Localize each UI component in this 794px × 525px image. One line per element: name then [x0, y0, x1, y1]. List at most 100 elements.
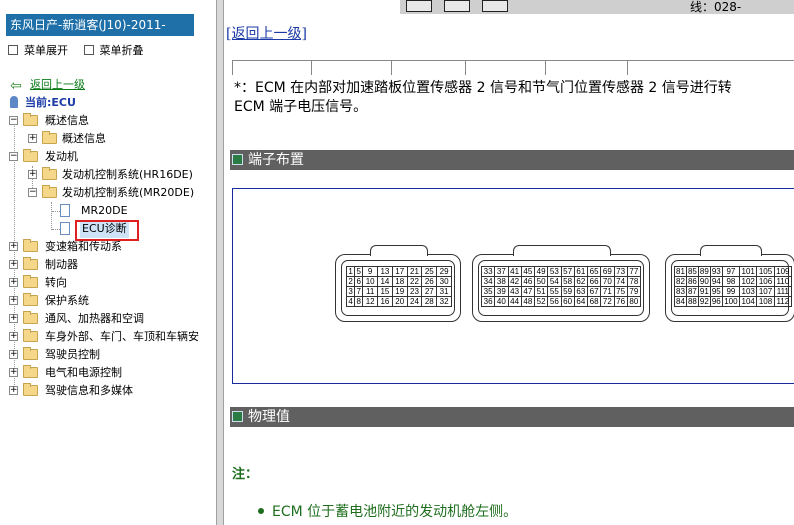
- pin-number: 112: [773, 296, 793, 307]
- tree-item-label: 通风、加热器和空调: [45, 312, 144, 325]
- pin-number: 75: [613, 286, 628, 297]
- current-label: 当前:ECU: [25, 96, 76, 109]
- pin-number: 73: [613, 266, 628, 277]
- pin-number: 39: [494, 286, 509, 297]
- pin-number: 63: [573, 286, 589, 297]
- pin-number: 89: [697, 266, 711, 277]
- panel-title: 东风日产-新逍客(J10)-2011-: [6, 14, 194, 36]
- pin-number: 24: [406, 296, 423, 307]
- pin-number: 103: [739, 286, 758, 297]
- connector-diagram: 1 5 9 13 17 21 25 29 2 6 10 14 18 22 26 30 3 7 11 15 19 23 27 3…: [232, 188, 794, 384]
- expand-toggle-icon[interactable]: +: [28, 170, 37, 179]
- pin-number: 19: [391, 286, 408, 297]
- pane-splitter[interactable]: [216, 0, 224, 525]
- list-bullet-icon: [258, 508, 264, 514]
- pin-number: 81: [674, 266, 687, 277]
- pin-number: 100: [721, 296, 741, 307]
- pin-number: 70: [600, 276, 615, 287]
- pin-number: 68: [586, 296, 602, 307]
- pin-row: 83 87 91 95 99 103 107 111: [674, 286, 793, 297]
- folder-icon: [23, 365, 38, 378]
- back-arrow-icon: ⇦: [10, 78, 22, 94]
- pin-number: 11: [362, 286, 379, 297]
- pin-number: 111: [773, 286, 793, 297]
- expand-toggle-icon[interactable]: +: [9, 350, 18, 359]
- pin-row: 34 38 42 46 50 54 58 62 66 70 74 78: [480, 276, 642, 287]
- pin-number: 14: [377, 276, 393, 287]
- pin-number: 95: [709, 286, 723, 297]
- expand-toggle-icon[interactable]: +: [9, 314, 18, 323]
- pin-number: 91: [697, 286, 711, 297]
- pin-number: 53: [547, 266, 562, 277]
- connector-2-pins: 33 37 41 45 49 53 57 61 65 69 73 77 34 38 42 46 50 54 58 62…: [480, 266, 642, 307]
- pin-number: 40: [494, 296, 509, 307]
- tree-item-label: 概述信息: [62, 132, 106, 145]
- folder-icon: [42, 131, 57, 144]
- connector-3: 81 85 89 93 97 101 105 109 82 86 90 94 98 102 106 110 83…: [665, 245, 794, 322]
- pin-number: 104: [739, 296, 758, 307]
- pin-number: 43: [507, 286, 522, 297]
- tree-item-label: 保护系统: [45, 294, 89, 307]
- pin-number: 96: [709, 296, 723, 307]
- pin-number: 10: [362, 276, 379, 287]
- note-label: 注：: [232, 467, 259, 482]
- tree-item-label: 车身外部、车门、车顶和车辆安: [45, 330, 199, 343]
- pin-number: 61: [573, 266, 589, 277]
- pin-number: 67: [586, 286, 602, 297]
- tree-item-label: 制动器: [45, 258, 78, 271]
- pin-number: 101: [739, 266, 758, 277]
- pin-number: 57: [560, 266, 575, 277]
- section-header-terminal: 端子布置: [230, 150, 794, 170]
- connector-2: 33 37 41 45 49 53 57 61 65 69 73 77 34 38 42 46 50 54 58 62…: [472, 245, 650, 322]
- pin-number: 46: [520, 276, 536, 287]
- document-icon: [60, 204, 70, 217]
- pin-number: 18: [391, 276, 408, 287]
- pin-number: 13: [377, 266, 393, 277]
- expand-toggle-icon[interactable]: +: [9, 296, 18, 305]
- section-title: 端子布置: [248, 152, 304, 168]
- expand-toggle-icon[interactable]: +: [9, 260, 18, 269]
- expand-toggle-icon[interactable]: +: [28, 134, 37, 143]
- pin-number: 66: [586, 276, 602, 287]
- navigation-panel: 东风日产-新逍客(J10)-2011- 菜单展开 菜单折叠 ⇦ 返回上一级 当前…: [0, 0, 216, 525]
- folder-icon: [23, 239, 38, 252]
- collapse-menu-button[interactable]: 菜单折叠: [83, 42, 144, 58]
- expand-toggle-icon[interactable]: +: [9, 368, 18, 377]
- pin-number: 98: [721, 276, 741, 287]
- section-title: 物理值: [248, 409, 290, 425]
- tree-item-label: 驾驶信息和多媒体: [45, 384, 133, 397]
- expand-toggle-icon[interactable]: +: [9, 278, 18, 287]
- toolbar-button[interactable]: [444, 0, 470, 12]
- toolbar-button[interactable]: [406, 0, 432, 12]
- pin-row: 3 7 11 15 19 23 27 31: [345, 286, 452, 297]
- pin-number: 35: [480, 286, 496, 297]
- pin-number: 31: [436, 286, 452, 297]
- back-link-top[interactable]: [返回上一级]: [226, 23, 307, 43]
- expand-toggle-icon[interactable]: +: [9, 386, 18, 395]
- collapse-toggle-icon[interactable]: −: [28, 188, 37, 197]
- pin-number: 65: [586, 266, 602, 277]
- pin-number: 105: [756, 266, 775, 277]
- expand-menu-button[interactable]: 菜单展开: [8, 42, 68, 58]
- toolbar-button[interactable]: [482, 0, 508, 12]
- pin-number: 80: [626, 296, 642, 307]
- collapse-toggle-icon[interactable]: −: [9, 152, 18, 161]
- pin-number: 37: [494, 266, 509, 277]
- pin-number: 47: [520, 286, 536, 297]
- pin-number: 92: [697, 296, 711, 307]
- pin-number: 88: [685, 296, 699, 307]
- tree-item-label: 变速箱和传动系: [45, 240, 122, 253]
- pin-number: 107: [756, 286, 775, 297]
- pin-number: 64: [573, 296, 589, 307]
- pin-number: 44: [507, 296, 522, 307]
- content-panel: 线：028-87038205 [返回上一级] *：ECM 在内部对加速踏板位置传…: [224, 0, 794, 525]
- tree-item-label: 发动机控制系统(HR16DE): [62, 168, 193, 181]
- expand-toggle-icon[interactable]: +: [9, 332, 18, 341]
- expand-toggle-icon[interactable]: +: [9, 242, 18, 251]
- back-link[interactable]: 返回上一级: [30, 76, 85, 94]
- pin-row: 2 6 10 14 18 22 26 30: [345, 276, 452, 287]
- pin-number: 69: [600, 266, 615, 277]
- note-line-2: ECM 端子电压信号。: [234, 99, 368, 115]
- connector-3-pins: 81 85 89 93 97 101 105 109 82 86 90 94 98 102 106 110 83…: [674, 266, 793, 307]
- collapse-toggle-icon[interactable]: −: [9, 116, 18, 125]
